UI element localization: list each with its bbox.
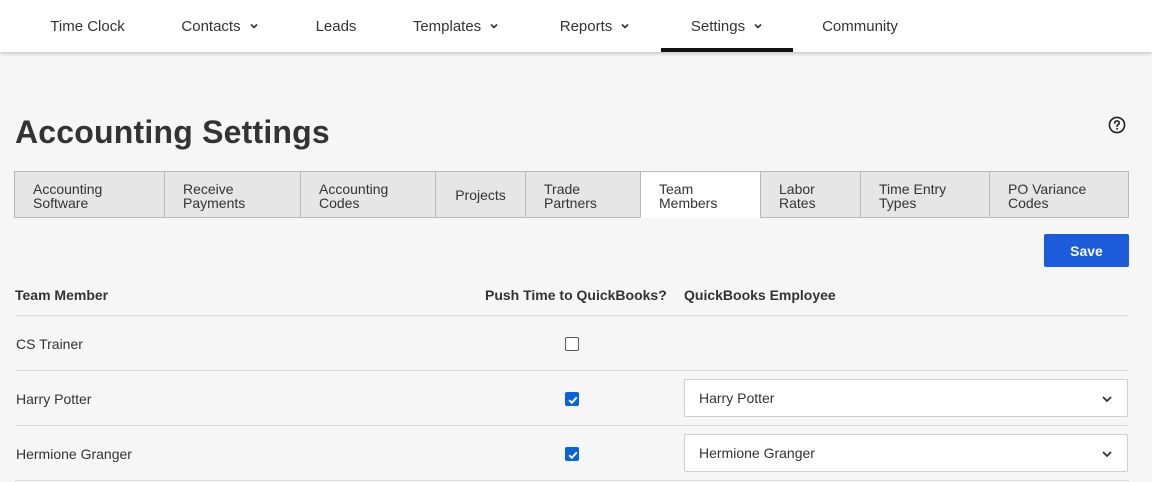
tab-po-variance-codes[interactable]: PO Variance Codes	[989, 171, 1129, 218]
tab-label: Receive	[183, 181, 234, 197]
chevron-down-icon	[621, 23, 629, 29]
nav-templates[interactable]: Templates	[392, 0, 520, 52]
tab-receive-payments[interactable]: Receive Payments	[164, 171, 301, 218]
column-header-qb-employee: QuickBooks Employee	[684, 287, 836, 303]
chevron-down-icon	[1102, 396, 1112, 403]
tab-label: Payments	[183, 195, 246, 211]
tab-labor-rates[interactable]: Labor Rates	[760, 171, 861, 218]
tab-label: Software	[33, 195, 89, 211]
push-time-checkbox[interactable]	[565, 392, 579, 406]
tab-label: Time Entry	[879, 181, 947, 197]
tab-label: Partners	[544, 195, 597, 211]
team-member-name: Harry Potter	[16, 391, 92, 407]
quickbooks-employee-select[interactable]: Hermione Granger	[684, 434, 1128, 472]
top-nav: Time Clock Contacts Leads Templates Repo…	[0, 0, 1152, 52]
tab-label: Codes	[319, 195, 360, 211]
tab-accounting-codes[interactable]: Accounting Codes	[300, 171, 436, 218]
select-value: Hermione Granger	[699, 445, 815, 461]
tab-trade-partners[interactable]: Trade Partners	[525, 171, 641, 218]
tab-time-entry-types[interactable]: Time Entry Types	[860, 171, 990, 218]
nav-label: Time Clock	[50, 17, 125, 35]
tab-label: Projects	[455, 186, 506, 203]
push-time-checkbox[interactable]	[565, 337, 579, 351]
nav-label: Templates	[412, 17, 482, 35]
row-divider	[15, 315, 1129, 316]
team-member-name: Hermione Granger	[16, 446, 132, 462]
nav-time-clock[interactable]: Time Clock	[30, 0, 145, 52]
tab-label: Members	[659, 195, 718, 211]
nav-label: Community	[822, 17, 898, 35]
row-divider	[15, 370, 1129, 371]
tab-label: PO Variance	[1008, 181, 1087, 197]
nav-label: Leads	[315, 17, 357, 35]
chevron-down-icon	[490, 23, 498, 29]
tab-projects[interactable]: Projects	[435, 171, 526, 218]
nav-contacts[interactable]: Contacts	[160, 0, 280, 52]
nav-settings[interactable]: Settings	[661, 0, 793, 52]
nav-leads[interactable]: Leads	[300, 0, 372, 52]
column-header-team-member: Team Member	[15, 287, 109, 303]
nav-label: Settings	[690, 17, 746, 35]
tab-label: Trade	[544, 181, 581, 197]
tab-label: Codes	[1008, 195, 1049, 211]
column-header-push-time: Push Time to QuickBooks?	[485, 287, 667, 303]
tab-label: Accounting	[319, 181, 389, 197]
page-title: Accounting Settings	[15, 114, 330, 150]
push-time-checkbox[interactable]	[565, 447, 579, 461]
tab-label: Labor	[779, 181, 815, 197]
chevron-down-icon	[754, 23, 762, 29]
select-value: Harry Potter	[699, 390, 775, 406]
save-button[interactable]: Save	[1044, 234, 1129, 267]
checkmark-icon	[568, 396, 578, 405]
nav-reports[interactable]: Reports	[540, 0, 650, 52]
nav-community[interactable]: Community	[805, 0, 915, 52]
tab-label: Accounting	[33, 181, 103, 197]
chevron-down-icon	[1102, 451, 1112, 458]
tab-label: Rates	[779, 195, 816, 211]
tab-label: Team	[659, 181, 694, 197]
checkmark-icon	[568, 451, 578, 460]
row-divider	[15, 425, 1129, 426]
tab-accounting-software[interactable]: Accounting Software	[14, 171, 165, 218]
tab-team-members[interactable]: Team Members	[640, 171, 761, 218]
team-member-name: CS Trainer	[16, 336, 83, 352]
quickbooks-employee-select[interactable]: Harry Potter	[684, 379, 1128, 417]
row-divider	[15, 480, 1129, 481]
chevron-down-icon	[250, 23, 258, 29]
nav-label: Contacts	[181, 17, 241, 35]
settings-tabs: Accounting Software Receive Payments Accou…	[14, 171, 1129, 218]
question-circle-icon[interactable]	[1108, 116, 1126, 134]
tab-label: Types	[879, 195, 917, 211]
nav-label: Reports	[559, 17, 613, 35]
